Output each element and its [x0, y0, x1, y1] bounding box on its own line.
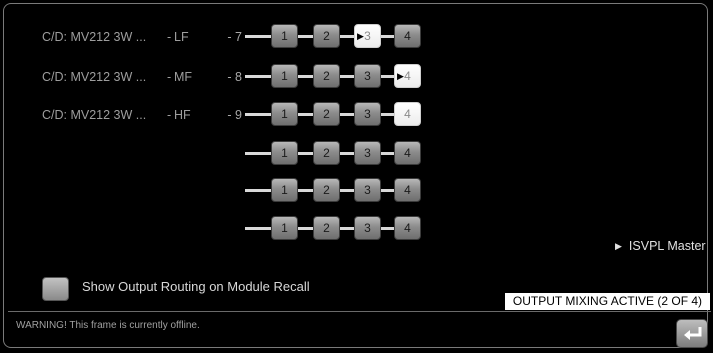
route-button-1[interactable]: 1 — [271, 141, 298, 165]
play-triangle-icon: ▶ — [357, 31, 364, 41]
enter-return-icon — [684, 327, 702, 340]
routing-frame: C/D: MV212 3W ... - LF - 7 1 2 ▶ 3 4 C/D:… — [0, 0, 713, 353]
route-button-3[interactable]: 3 — [354, 178, 381, 202]
row-band: MF — [174, 70, 193, 84]
route-button-4[interactable]: 4 — [394, 141, 421, 165]
row-label: C/D: MV212 3W ... - LF — [42, 29, 189, 45]
isvpl-master-link[interactable]: ▶ ISVPL Master — [615, 238, 706, 254]
route-button-4[interactable]: 4 — [394, 102, 421, 126]
row-band: HF — [174, 108, 191, 122]
row-label: C/D: MV212 3W ... - MF — [42, 69, 192, 85]
route-button-1[interactable]: 1 — [271, 102, 298, 126]
enter-button[interactable] — [676, 319, 708, 348]
row-dash: - — [167, 108, 172, 122]
routing-panel: C/D: MV212 3W ... - LF - 7 1 2 ▶ 3 4 C/D:… — [3, 3, 711, 348]
route-button-4[interactable]: 4 — [394, 24, 421, 48]
route-button-3[interactable]: 3 — [354, 64, 381, 88]
route-button-3[interactable]: 3 — [354, 102, 381, 126]
isvpl-master-label: ISVPL Master — [628, 239, 706, 253]
route-button-3[interactable]: ▶ 3 — [354, 24, 381, 48]
route-button-2[interactable]: 2 — [313, 141, 340, 165]
row-dash: - — [167, 70, 172, 84]
route-button-2[interactable]: 2 — [313, 102, 340, 126]
play-triangle-icon: ▶ — [615, 241, 622, 251]
show-routing-checkbox[interactable] — [42, 277, 69, 301]
play-triangle-icon: ▶ — [397, 71, 404, 81]
route-button-3[interactable]: 3 — [354, 216, 381, 240]
offline-warning: WARNING! This frame is currently offline… — [16, 320, 200, 331]
route-button-4[interactable]: 4 — [394, 216, 421, 240]
route-button-4[interactable]: ▶ 4 — [394, 64, 421, 88]
row-module-name: C/D: MV212 3W ... — [42, 108, 147, 122]
route-button-2[interactable]: 2 — [313, 24, 340, 48]
row-band: LF — [174, 30, 189, 44]
output-mixing-status: OUTPUT MIXING ACTIVE (2 OF 4) — [505, 293, 710, 310]
route-button-1[interactable]: 1 — [271, 178, 298, 202]
row-module-name: C/D: MV212 3W ... — [42, 30, 147, 44]
route-button-4[interactable]: 4 — [394, 178, 421, 202]
route-button-1[interactable]: 1 — [271, 64, 298, 88]
row-module-name: C/D: MV212 3W ... — [42, 70, 147, 84]
show-routing-label: Show Output Routing on Module Recall — [82, 279, 310, 294]
row-output-number: - 7 — [227, 30, 242, 44]
footer-divider — [8, 311, 711, 312]
row-dash: - — [167, 30, 172, 44]
row-label: C/D: MV212 3W ... - HF — [42, 107, 191, 123]
route-button-2[interactable]: 2 — [313, 216, 340, 240]
route-button-2[interactable]: 2 — [313, 64, 340, 88]
route-button-2[interactable]: 2 — [313, 178, 340, 202]
row-output-number: - 8 — [227, 70, 242, 84]
route-button-1[interactable]: 1 — [271, 216, 298, 240]
row-output-number: - 9 — [227, 108, 242, 122]
route-button-1[interactable]: 1 — [271, 24, 298, 48]
route-button-3[interactable]: 3 — [354, 141, 381, 165]
